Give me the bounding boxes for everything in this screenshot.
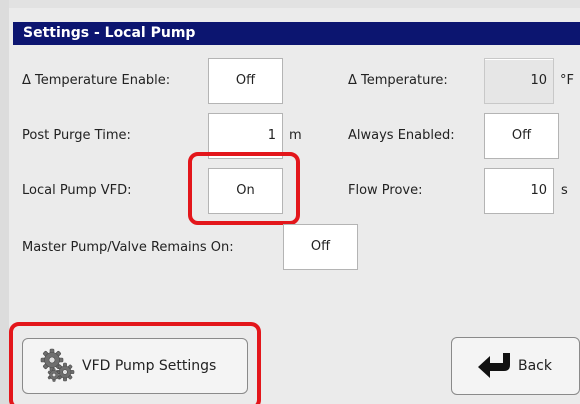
vfd-pump-settings-label: VFD Pump Settings: [82, 358, 217, 374]
frame-edge: [0, 0, 9, 404]
settings-window: Settings - Local Pump Δ Temperature Enab…: [0, 0, 580, 404]
post-purge-time-unit: m: [289, 128, 302, 143]
local-pump-vfd-field[interactable]: On: [208, 168, 283, 214]
flow-prove-label: Flow Prove:: [348, 183, 423, 198]
delta-temp-enable-label: Δ Temperature Enable:: [22, 73, 171, 88]
always-enabled-field[interactable]: Off: [484, 113, 559, 159]
delta-temperature-field: 10: [484, 58, 554, 104]
vfd-pump-settings-button[interactable]: VFD Pump Settings: [22, 338, 248, 394]
delta-temperature-unit: °F: [560, 73, 574, 88]
frame-edge: [0, 0, 580, 8]
always-enabled-label: Always Enabled:: [348, 128, 455, 143]
delta-temperature-label: Δ Temperature:: [348, 73, 448, 88]
back-button[interactable]: Back: [451, 337, 580, 395]
back-arrow-icon: [476, 351, 516, 381]
back-label: Back: [518, 358, 552, 374]
master-pump-valve-label: Master Pump/Valve Remains On:: [22, 240, 234, 255]
local-pump-vfd-label: Local Pump VFD:: [22, 183, 132, 198]
window-title: Settings - Local Pump: [13, 22, 580, 45]
gears-icon: [40, 348, 76, 384]
flow-prove-field[interactable]: 10: [484, 168, 554, 214]
master-pump-valve-field[interactable]: Off: [283, 224, 358, 270]
delta-temp-enable-field[interactable]: Off: [208, 58, 283, 104]
flow-prove-unit: s: [561, 183, 568, 198]
post-purge-time-field[interactable]: 1: [208, 113, 283, 159]
post-purge-time-label: Post Purge Time:: [22, 128, 131, 143]
